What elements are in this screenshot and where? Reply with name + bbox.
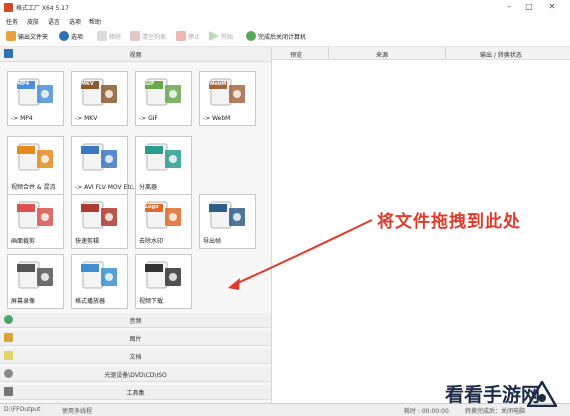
watermark-text: 看看手游网 <box>445 384 541 406</box>
multithread-toggle[interactable]: 使用多线程 <box>62 406 92 415</box>
watermark-logo-icon <box>527 381 557 407</box>
shutdown-after-status[interactable]: 转换完成后：关闭电脑 <box>465 406 525 415</box>
elapsed-time: 耗时 : 00:00:00 <box>404 408 449 415</box>
output-path[interactable]: D:\FFOutput <box>4 406 40 413</box>
drop-hint-text: 将文件拖拽到此处 <box>377 212 521 232</box>
